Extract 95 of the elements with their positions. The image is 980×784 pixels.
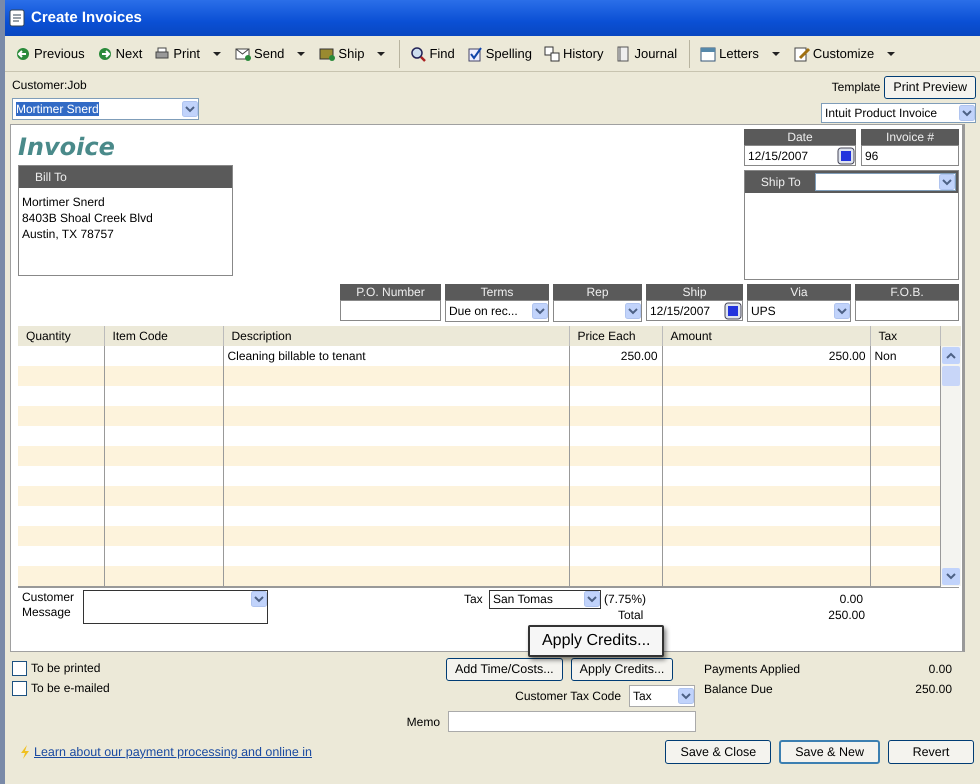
memo-field[interactable]	[448, 711, 696, 732]
toolbar-button[interactable]: Letters	[696, 42, 786, 66]
dropdown-field[interactable]: Intuit Product Invoice	[821, 102, 976, 123]
text-field[interactable]	[855, 300, 959, 321]
chevron-down-icon[interactable]	[939, 174, 955, 190]
action-button[interactable]: Save & New	[779, 740, 880, 764]
summary-label: Payments Applied	[704, 661, 800, 678]
column-header: P.O. Number	[340, 284, 441, 300]
field-label: Memo	[406, 714, 441, 730]
invoice-title: Invoice	[18, 133, 116, 161]
summary-value: 250.00	[915, 681, 952, 698]
print-preview-button[interactable]: Print Preview	[884, 76, 976, 99]
chevron-down-icon[interactable]	[834, 303, 850, 319]
field-label: Tax	[464, 590, 484, 608]
calendar-icon	[700, 46, 716, 62]
action-button[interactable]: Revert	[888, 740, 974, 764]
field-label: Customer Message	[22, 590, 76, 620]
toolbar-button[interactable]: Print	[150, 42, 228, 66]
calendar-icon[interactable]	[724, 302, 742, 320]
column-header: Tax	[870, 326, 940, 346]
dropdown-field[interactable]: Due on rec...	[445, 300, 549, 322]
tooltip: Apply Credits...	[528, 625, 664, 657]
printer-icon	[154, 46, 170, 62]
column-header: Via	[747, 284, 851, 300]
chevron-down-icon[interactable]	[251, 590, 267, 606]
checkbox[interactable]: To be e-mailed	[12, 678, 446, 698]
toolbar-button[interactable]: Next	[92, 42, 146, 66]
action-button[interactable]: Save & Close	[665, 740, 772, 764]
checkbox[interactable]: To be printed	[12, 658, 446, 678]
chevron-down-icon[interactable]	[625, 303, 641, 319]
invoice-number-field[interactable]: 96	[861, 145, 959, 166]
dropdown-field[interactable]: San Tomas	[489, 590, 601, 608]
column-header: Amount	[662, 326, 870, 346]
column-header: Terms	[445, 284, 549, 300]
dropdown-field[interactable]	[83, 590, 268, 624]
lightning-icon	[20, 745, 30, 759]
toolbar-button[interactable]: History	[540, 42, 608, 66]
arrow-left-icon	[15, 46, 31, 62]
calendar-icon[interactable]	[837, 146, 855, 164]
address-line: Austin, TX 78757	[22, 226, 115, 242]
magnifier-icon	[410, 46, 426, 62]
column-header: Price Each	[569, 326, 662, 346]
dropdown-field[interactable]: Mortimer Snerd	[12, 98, 199, 120]
dropdown-field[interactable]	[814, 173, 956, 191]
toolbar-button[interactable]: Customize	[790, 42, 902, 66]
section-header: Bill To	[19, 166, 232, 188]
book-icon	[615, 46, 632, 62]
chevron-down-icon[interactable]	[678, 688, 694, 704]
column-header: Description	[223, 326, 569, 346]
column-header: Rep	[553, 284, 642, 300]
total-label: Total	[618, 606, 644, 624]
envelope-icon	[235, 46, 252, 62]
toolbar-button[interactable]: Send	[231, 42, 312, 66]
date-field[interactable]: 12/15/2007	[744, 145, 856, 166]
pencil-icon	[794, 46, 810, 62]
scrollbar[interactable]	[940, 346, 960, 586]
address-line: Mortimer Snerd	[22, 194, 106, 210]
chevron-down-icon[interactable]	[584, 591, 600, 607]
dropdown-field[interactable]: UPS	[747, 300, 851, 322]
total-value: 250.00	[827, 606, 865, 624]
chevron-down-icon[interactable]	[532, 303, 548, 319]
field-label: Customer Tax Code	[515, 688, 621, 705]
date-field[interactable]: 12/15/2007	[646, 300, 743, 321]
window-title: Create Invoices	[31, 8, 142, 28]
chevron-down-icon[interactable]	[182, 101, 198, 117]
arrow-right-icon	[96, 46, 113, 62]
action-button[interactable]: Add Time/Costs...	[446, 658, 563, 681]
toolbar-button[interactable]: Find	[406, 42, 459, 66]
checkmark-icon	[466, 46, 483, 62]
amount-value: 0.00	[838, 590, 863, 608]
toolbar-button[interactable]: Ship	[315, 42, 392, 66]
dropdown-field[interactable]	[553, 300, 642, 322]
column-header: Quantity	[18, 326, 104, 346]
toolbar-button[interactable]: Spelling	[462, 42, 536, 66]
text-field[interactable]	[340, 300, 441, 321]
column-header: F.O.B.	[855, 284, 959, 300]
document-icon	[9, 9, 25, 27]
address-line: 8403B Shoal Creek Blvd	[22, 210, 154, 226]
linked-boxes-icon	[544, 46, 560, 62]
toolbar-button[interactable]: Journal	[611, 42, 682, 66]
dropdown-field[interactable]: Tax	[629, 685, 695, 707]
summary-value: 0.00	[928, 661, 952, 678]
link[interactable]: Learn about our payment processing and online in	[34, 742, 312, 762]
package-icon	[319, 46, 336, 62]
column-header: Item Code	[104, 326, 223, 346]
field-label: Template	[832, 79, 880, 96]
field-label: Customer:Job	[12, 77, 88, 94]
column-header: Date	[744, 129, 856, 145]
action-button[interactable]: Apply Credits...	[570, 658, 674, 681]
column-header: Ship	[646, 284, 743, 300]
toolbar-button[interactable]: Previous	[11, 42, 89, 66]
summary-label: Balance Due	[704, 681, 773, 698]
column-header: Invoice #	[861, 129, 959, 145]
chevron-down-icon[interactable]	[959, 104, 975, 121]
tax-rate: (7.75%)	[604, 590, 648, 608]
